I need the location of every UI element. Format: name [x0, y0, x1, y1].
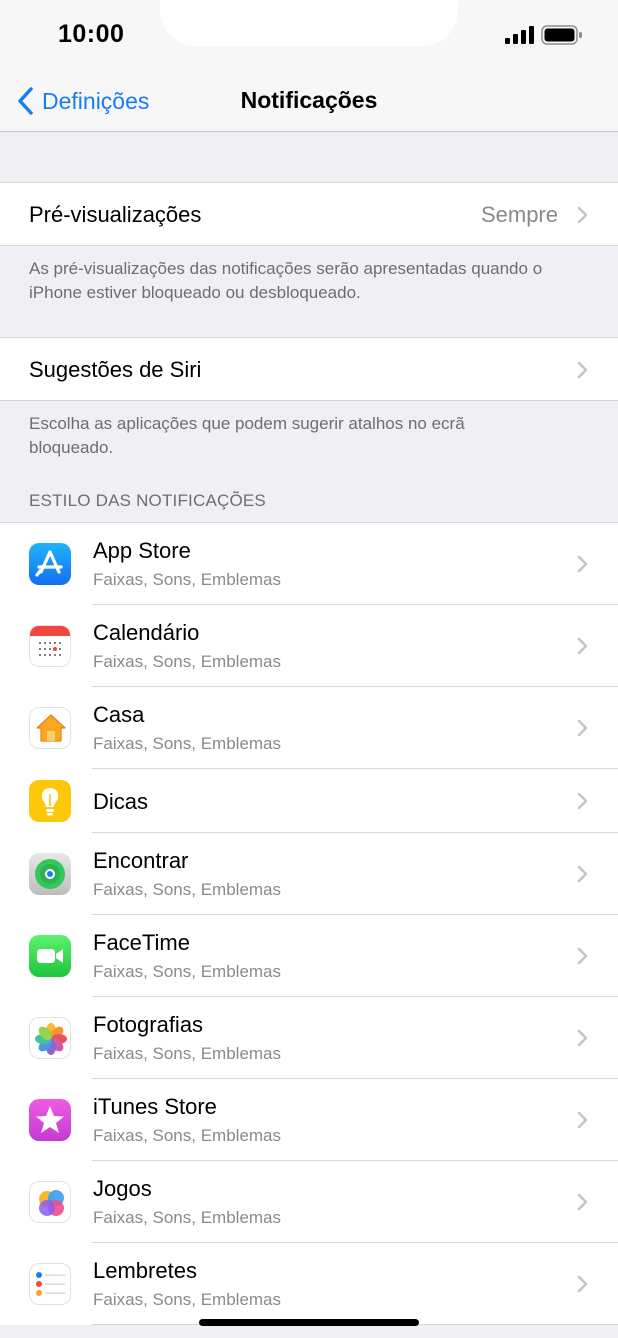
previews-label: Pré-visualizações [29, 202, 202, 227]
app-row-itunes-store[interactable]: iTunes Store Faixas, Sons, Emblemas [0, 1079, 618, 1161]
notch [160, 0, 458, 46]
reminders-icon [29, 1263, 71, 1305]
app-row-reminders[interactable]: Lembretes Faixas, Sons, Emblemas [0, 1243, 618, 1325]
app-name: Dicas [93, 789, 149, 814]
previews-value: Sempre [480, 202, 558, 227]
app-name: Casa [93, 702, 145, 727]
section-header: ESTILO DAS NOTIFICAÇÕES [29, 491, 266, 510]
chevron-right-icon [577, 637, 588, 655]
siri-suggestions-label: Sugestões de Siri [29, 357, 202, 382]
app-store-icon [29, 543, 71, 585]
signal-icon [505, 26, 534, 44]
previews-row[interactable]: Pré-visualizações Sempre [0, 182, 618, 246]
app-name: Calendário [93, 620, 200, 645]
page-title: Notificações [240, 87, 378, 113]
app-name: FaceTime [93, 930, 190, 955]
tips-icon [29, 780, 71, 822]
battery-icon [541, 25, 582, 45]
chevron-right-icon [577, 555, 588, 573]
chevron-right-icon [577, 865, 588, 883]
app-subtitle: Faixas, Sons, Emblemas [93, 1290, 282, 1309]
app-row-photos[interactable]: Fotografias Faixas, Sons, Emblemas [0, 997, 618, 1079]
app-row-game-center[interactable]: Jogos Faixas, Sons, Emblemas [0, 1161, 618, 1243]
itunes-store-icon [29, 1099, 71, 1141]
siri-suggestions-row[interactable]: Sugestões de Siri [0, 337, 618, 401]
app-subtitle: Faixas, Sons, Emblemas [93, 962, 282, 981]
app-row-calendar[interactable]: Calendário Faixas, Sons, Emblemas [0, 605, 618, 687]
app-name: App Store [93, 538, 191, 563]
status-time: 10:00 [58, 20, 125, 48]
app-name: Jogos [93, 1176, 152, 1201]
app-subtitle: Faixas, Sons, Emblemas [93, 1126, 282, 1145]
app-row-tips[interactable]: Dicas [0, 769, 618, 833]
chevron-right-icon [577, 1111, 588, 1129]
chevron-right-icon [577, 947, 588, 965]
previews-footnote: As pré-visualizações das notificações se… [29, 259, 543, 302]
find-my-icon [29, 853, 71, 895]
facetime-icon [29, 935, 71, 977]
app-name: Fotografias [93, 1012, 204, 1037]
app-name: Encontrar [93, 848, 189, 873]
app-row-home[interactable]: Casa Faixas, Sons, Emblemas [0, 687, 618, 769]
app-subtitle: Faixas, Sons, Emblemas [93, 570, 282, 589]
app-name: iTunes Store [93, 1094, 217, 1119]
chevron-right-icon [577, 1029, 588, 1047]
chevron-right-icon [577, 206, 588, 224]
app-subtitle: Faixas, Sons, Emblemas [93, 734, 282, 753]
home-icon [29, 707, 71, 749]
status-bar: 10:00 [0, 0, 618, 70]
app-subtitle: Faixas, Sons, Emblemas [93, 1208, 282, 1227]
app-subtitle: Faixas, Sons, Emblemas [93, 652, 282, 671]
chevron-right-icon [577, 1193, 588, 1211]
game-center-icon [29, 1181, 71, 1223]
app-subtitle: Faixas, Sons, Emblemas [93, 880, 282, 899]
chevron-right-icon [577, 1275, 588, 1293]
home-indicator[interactable] [199, 1319, 419, 1326]
photos-icon [29, 1017, 71, 1059]
siri-footnote: Escolha as aplicações que podem sugerir … [29, 414, 465, 457]
app-subtitle: Faixas, Sons, Emblemas [93, 1044, 282, 1063]
nav-bar: Definições Notificações [0, 70, 618, 132]
calendar-icon [29, 625, 71, 667]
app-row-find-my[interactable]: Encontrar Faixas, Sons, Emblemas [0, 833, 618, 915]
chevron-right-icon [577, 792, 588, 810]
app-name: Lembretes [93, 1258, 197, 1283]
chevron-right-icon [577, 719, 588, 737]
app-list: App Store Faixas, Sons, Emblemas Calendá… [0, 522, 618, 1325]
app-row-facetime[interactable]: FaceTime Faixas, Sons, Emblemas [0, 915, 618, 997]
chevron-right-icon [577, 361, 588, 379]
app-row-app-store[interactable]: App Store Faixas, Sons, Emblemas [0, 523, 618, 605]
